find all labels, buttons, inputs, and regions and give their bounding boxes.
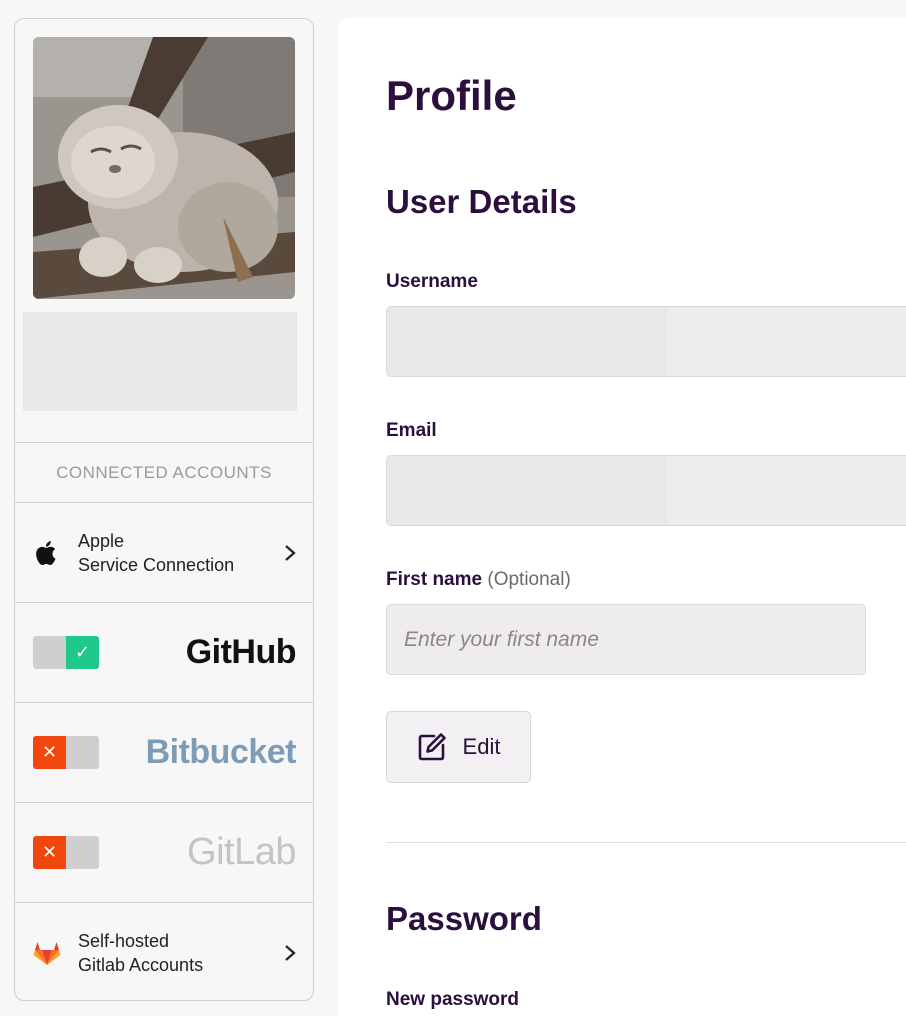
bitbucket-logo: Bitbucket xyxy=(145,733,297,771)
close-icon: ✕ xyxy=(33,736,66,769)
username-field-loading xyxy=(387,307,667,376)
optional-hint: (Optional) xyxy=(487,569,571,590)
edit-icon xyxy=(418,733,446,761)
bitbucket-toggle[interactable]: ✕ xyxy=(33,736,99,769)
edit-button-label: Edit xyxy=(462,734,501,759)
apple-service-connection[interactable]: Apple Service Connection xyxy=(15,503,313,603)
email-field-loading xyxy=(387,456,667,525)
profile-panel: Profile User Details Username Email Firs… xyxy=(338,18,906,1016)
section-divider xyxy=(386,842,906,843)
first-name-input[interactable] xyxy=(387,605,865,674)
email-field xyxy=(386,455,906,526)
connected-accounts-header: CONNECTED ACCOUNTS xyxy=(15,442,313,503)
gitlab-fox-icon xyxy=(33,942,61,965)
gitlab-account-row: ✕ GitLab xyxy=(15,803,313,903)
first-name-label: First name (Optional) xyxy=(386,569,571,591)
user-details-title: User Details xyxy=(386,183,577,220)
first-name-field-wrapper xyxy=(386,604,866,675)
first-name-label-text: First name xyxy=(386,569,483,590)
email-label: Email xyxy=(386,420,437,441)
selfhosted-label-line2: Gitlab Accounts xyxy=(78,955,204,975)
chevron-right-icon xyxy=(285,544,296,561)
github-account-row: ✓ GitHub xyxy=(15,603,313,703)
selfhosted-label-line1: Self-hosted xyxy=(78,931,170,951)
password-title: Password xyxy=(386,900,542,937)
new-password-label: New password xyxy=(386,989,520,1010)
check-icon: ✓ xyxy=(66,636,99,669)
apple-label-line1: Apple xyxy=(78,530,125,551)
apple-label: Apple Service Connection xyxy=(78,529,234,577)
gitlab-logo: GitLab xyxy=(187,831,296,873)
chevron-right-icon xyxy=(285,945,296,961)
username-label: Username xyxy=(386,271,478,292)
github-logo: GitHub xyxy=(185,633,297,671)
github-toggle[interactable]: ✓ xyxy=(33,636,99,669)
avatar-cat-photo xyxy=(33,37,295,299)
bitbucket-account-row: ✕ Bitbucket xyxy=(15,703,313,803)
username-placeholder xyxy=(23,312,297,411)
close-icon: ✕ xyxy=(33,836,66,869)
apple-icon xyxy=(36,540,56,565)
selfhosted-gitlab-accounts[interactable]: Self-hosted Gitlab Accounts xyxy=(15,903,313,1000)
sidebar: CONNECTED ACCOUNTS Apple Service Connect… xyxy=(14,18,314,1001)
page-title: Profile xyxy=(386,72,517,119)
gitlab-toggle[interactable]: ✕ xyxy=(33,836,99,869)
selfhosted-label: Self-hosted Gitlab Accounts xyxy=(78,929,203,977)
apple-label-line2: Service Connection xyxy=(78,554,235,575)
avatar xyxy=(33,37,295,299)
username-field xyxy=(386,306,906,377)
edit-button[interactable]: Edit xyxy=(386,711,531,783)
